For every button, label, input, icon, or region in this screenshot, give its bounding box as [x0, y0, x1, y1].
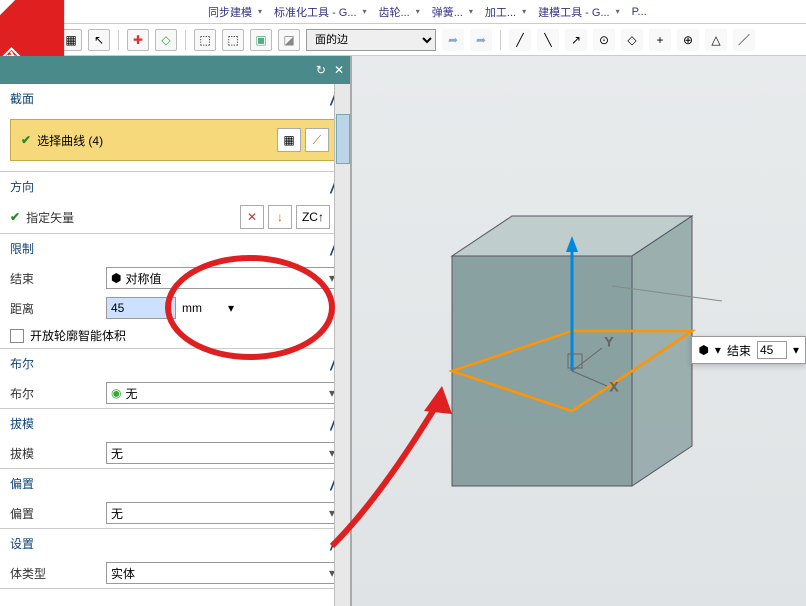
check-icon: ✔: [21, 133, 31, 147]
tool-menu-icon[interactable]: ▦: [60, 29, 82, 51]
open-profile-checkbox[interactable]: [10, 329, 24, 343]
snap-end-icon[interactable]: ╱: [509, 29, 531, 51]
dropdown-icon[interactable]: ▾: [793, 343, 799, 357]
select-curve-row[interactable]: ✔ 选择曲线 (4) ▦ ⟋: [10, 119, 340, 161]
reverse-vector-icon[interactable]: ↓: [268, 205, 292, 229]
offset-label: 偏置: [10, 505, 100, 522]
tool-filter-icon[interactable]: ◇: [155, 29, 177, 51]
tool-cursor-icon[interactable]: ↖: [88, 29, 110, 51]
body-type-label: 体类型: [10, 565, 100, 582]
distance-input[interactable]: [106, 297, 176, 319]
tool-lasso-icon[interactable]: ⬚: [222, 29, 244, 51]
vector-dialog-icon[interactable]: ✕: [240, 205, 264, 229]
tool-arrow1-icon[interactable]: ➦: [442, 29, 464, 51]
ribbon-sync-modeling[interactable]: 同步建模: [200, 2, 260, 22]
3d-viewport[interactable]: X Y ⬢ ▾ 结束 ▾: [352, 56, 806, 606]
tool-add-icon[interactable]: ✚: [127, 29, 149, 51]
snap-tri-icon[interactable]: △: [705, 29, 727, 51]
limit-header[interactable]: 限制⋀: [0, 234, 350, 263]
svg-text:X: X: [610, 380, 618, 394]
tool-solid-icon[interactable]: ◪: [278, 29, 300, 51]
symmetric-icon: ⬢: [111, 271, 121, 285]
ribbon-machining[interactable]: 加工...: [477, 2, 524, 22]
check-icon: ✔: [10, 210, 20, 224]
ribbon-std-tools[interactable]: 标准化工具 - G...: [266, 2, 365, 22]
section-direction: 方向⋀ ✔ 指定矢量 ✕ ↓ ZC↑ ▾: [0, 172, 350, 234]
body-type-select[interactable]: 实体 ▾: [106, 562, 340, 584]
scrollbar-thumb[interactable]: [336, 114, 350, 164]
floating-dimension-box[interactable]: ⬢ ▾ 结束 ▾: [691, 336, 806, 364]
bool-label: 布尔: [10, 385, 100, 402]
distance-label: 距离: [10, 300, 100, 317]
selection-toolbar: ▦ ↖ ✚ ◇ ⬚ ⬚ ▣ ◪ 面的边 ➦ ➦ ╱ ╲ ↗ ⊙ ◇ + ⊕ △ …: [0, 24, 806, 56]
end-type-select[interactable]: ⬢ 对称值 ▾: [106, 267, 340, 289]
curve-rule-icon[interactable]: ⟋: [305, 128, 329, 152]
float-end-label: 结束: [727, 342, 751, 359]
offset-header[interactable]: 偏置⋀: [0, 469, 350, 498]
snap-circle-icon[interactable]: ⊙: [593, 29, 615, 51]
draft-header[interactable]: 拔模⋀: [0, 409, 350, 438]
cube-icon: ⬢: [698, 343, 708, 357]
panel-close-icon[interactable]: ✕: [334, 63, 344, 77]
snap-center-icon[interactable]: ⊕: [677, 29, 699, 51]
panel-header: ↻ ✕: [0, 56, 350, 84]
vector-label: 指定矢量: [26, 209, 116, 226]
float-value-input[interactable]: [757, 341, 787, 359]
end-label: 结束: [10, 270, 100, 287]
section-bool: 布尔⋀ 布尔 ◉ 无 ▾: [0, 349, 350, 409]
section-section-header[interactable]: 截面⋀: [0, 84, 350, 113]
ribbon-gear[interactable]: 齿轮...: [371, 2, 418, 22]
section-limit: 限制⋀ 结束 ⬢ 对称值 ▾ 距离 mm ▾ 开放轮廓智能体积: [0, 234, 350, 349]
none-icon: ◉: [111, 386, 121, 400]
snap-mid-icon[interactable]: ╲: [537, 29, 559, 51]
snap-pt-icon[interactable]: ↗: [565, 29, 587, 51]
tool-arrow2-icon[interactable]: ➦: [470, 29, 492, 51]
dropdown-icon[interactable]: ▾: [715, 343, 721, 357]
svg-text:Y: Y: [605, 335, 613, 349]
section-section: 截面⋀ ✔ 选择曲线 (4) ▦ ⟋: [0, 84, 350, 172]
snap-line-icon[interactable]: ／: [733, 29, 755, 51]
tool-select-rect-icon[interactable]: ⬚: [194, 29, 216, 51]
annotation-arrow: [302, 366, 502, 556]
open-profile-label: 开放轮廓智能体积: [30, 327, 126, 344]
ribbon-p[interactable]: P...: [624, 4, 655, 20]
panel-reset-icon[interactable]: ↻: [316, 63, 326, 77]
extrude-dialog-panel: ↻ ✕ 截面⋀ ✔ 选择曲线 (4) ▦ ⟋: [0, 56, 352, 606]
ribbon-modeling-tools[interactable]: 建模工具 - G...: [530, 2, 618, 22]
distance-unit: mm: [182, 301, 222, 315]
ribbon-bar: 同步建模▾ 标准化工具 - G...▾ 齿轮...▾ 弹簧...▾ 加工...▾…: [0, 0, 806, 24]
settings-header[interactable]: 设置⋀: [0, 529, 350, 558]
dropdown-icon[interactable]: ▾: [228, 301, 234, 315]
zc-axis-button[interactable]: ZC↑: [296, 205, 330, 229]
select-curve-label: 选择曲线 (4): [37, 132, 103, 149]
snap-quad-icon[interactable]: ◇: [621, 29, 643, 51]
section-offset: 偏置⋀ 偏置 无 ▾: [0, 469, 350, 529]
snap-cross-icon[interactable]: +: [649, 29, 671, 51]
draft-label: 拔模: [10, 445, 100, 462]
tool-body-icon[interactable]: ▣: [250, 29, 272, 51]
section-settings: 设置⋀ 体类型 实体 ▾: [0, 529, 350, 589]
bool-header[interactable]: 布尔⋀: [0, 349, 350, 378]
sketch-section-icon[interactable]: ▦: [277, 128, 301, 152]
selection-filter-select[interactable]: 面的边: [306, 29, 436, 51]
direction-header[interactable]: 方向⋀: [0, 172, 350, 201]
section-draft: 拔模⋀ 拔模 无 ▾: [0, 409, 350, 469]
ribbon-spring[interactable]: 弹簧...: [424, 2, 471, 22]
